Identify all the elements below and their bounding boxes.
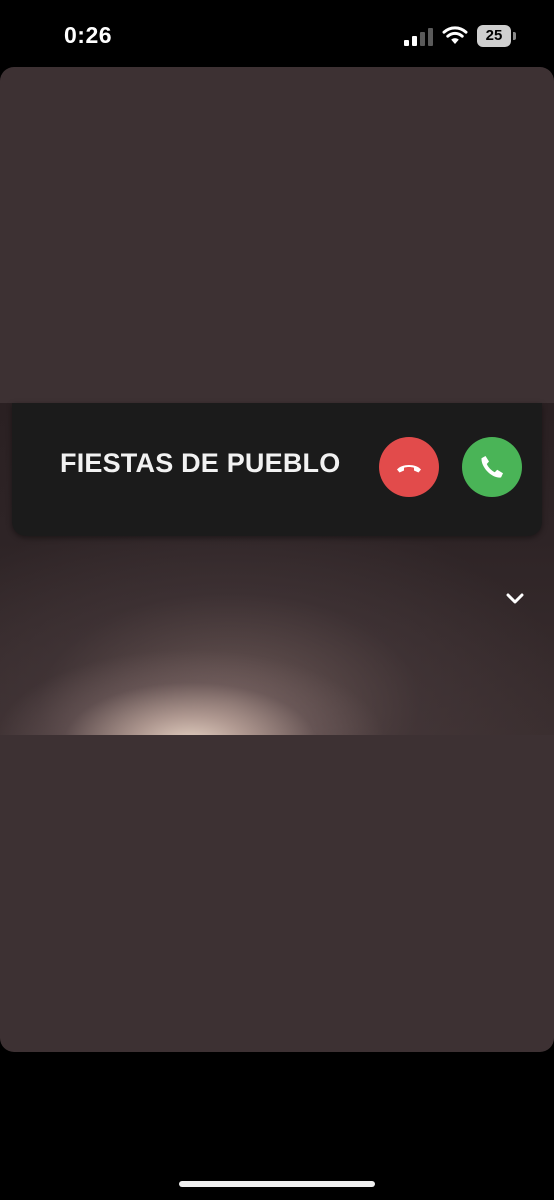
media-viewer: FIESTAS DE PUEBLO	[0, 67, 554, 1052]
status-time: 0:26	[64, 22, 113, 48]
collapse-button[interactable]	[490, 575, 540, 625]
phone-icon	[481, 456, 503, 478]
caller-name: FIESTAS DE PUEBLO	[60, 448, 341, 478]
phone-hangup-icon	[397, 465, 421, 473]
signal-icon	[404, 28, 433, 46]
status-bar: 0:26 25	[0, 0, 554, 70]
battery-icon: 25	[477, 25, 517, 47]
home-indicator[interactable]	[179, 1181, 375, 1187]
phone-screen: 0:26 25 FIESTAS DE PUEBLO	[0, 0, 554, 1200]
chevron-down-icon	[506, 593, 524, 604]
accept-call-button[interactable]	[462, 437, 522, 497]
wifi-icon	[442, 26, 468, 44]
battery-level: 25	[485, 27, 503, 44]
battery-tip	[513, 32, 516, 40]
incoming-call-banner[interactable]: FIESTAS DE PUEBLO	[12, 403, 542, 536]
decline-call-button[interactable]	[379, 437, 439, 497]
